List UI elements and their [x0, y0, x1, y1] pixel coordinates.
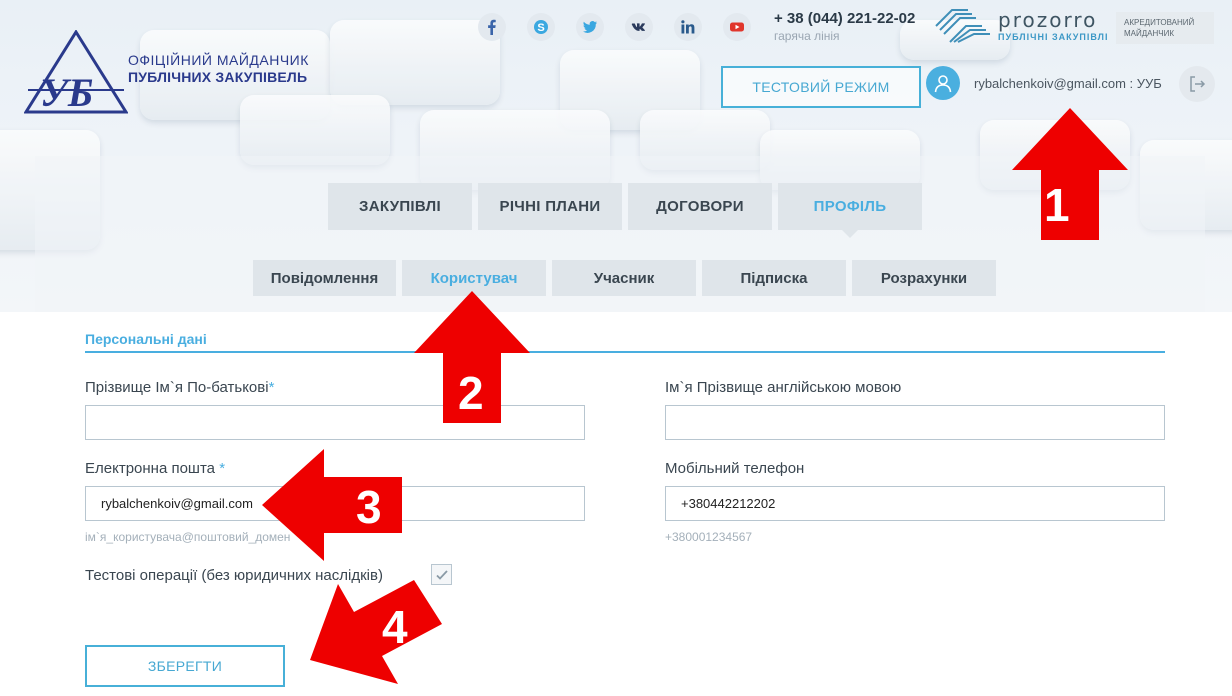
facebook-icon[interactable] [478, 13, 506, 41]
annotation-label-4: 4 [382, 601, 408, 653]
subtab-participant[interactable]: Учасник [552, 260, 696, 296]
youtube-icon[interactable] [723, 13, 751, 41]
subtab-payments[interactable]: Розрахунки [852, 260, 996, 296]
profile-sub-nav: Повідомлення Користувач Учасник Підписка… [253, 260, 996, 296]
test-mode-button[interactable]: ТЕСТОВИЙ РЕЖИМ [721, 66, 921, 108]
name-en-label: Ім`я Прізвище англійською мовою [665, 379, 902, 396]
phone-input[interactable] [665, 486, 1165, 521]
annotation-label-1: 1 [1044, 179, 1070, 231]
accredited-badge: АКРЕДИТОВАНИЙ МАЙДАНЧИК [1116, 12, 1214, 44]
svg-text:УБ: УБ [40, 70, 93, 114]
prozorro-subtitle: ПУБЛІЧНІ ЗАКУПІВЛІ [998, 32, 1109, 42]
full-name-label-text: Прізвище Ім`я По-батькові [85, 379, 269, 396]
tab-contracts[interactable]: ДОГОВОРИ [628, 183, 772, 230]
checkmark-icon [435, 569, 448, 580]
annotation-arrow-4 [310, 580, 442, 684]
required-marker: * [268, 379, 275, 396]
subtab-user[interactable]: Користувач [402, 260, 546, 296]
save-button[interactable]: ЗБЕРЕГТИ [85, 645, 285, 687]
tab-annual-plans[interactable]: РІЧНІ ПЛАНИ [478, 183, 622, 230]
phone-hint: +380001234567 [665, 530, 753, 544]
user-account[interactable]: rybalchenkoiv@gmail.com : УУБ [926, 66, 1176, 100]
vk-icon[interactable] [625, 13, 653, 41]
hotline-label: гаряча лінія [774, 29, 840, 43]
name-en-input[interactable] [665, 405, 1165, 440]
main-nav: ЗАКУПІВЛІ РІЧНІ ПЛАНИ ДОГОВОРИ ПРОФІЛЬ [328, 183, 922, 238]
annotation-label-2: 2 [458, 367, 484, 419]
subtab-notifications[interactable]: Повідомлення [253, 260, 396, 296]
test-ops-label: Тестові операції (без юридичних наслідкі… [85, 567, 383, 584]
user-email: rybalchenkoiv@gmail.com : УУБ [974, 75, 1162, 91]
brand-line-2: ПУБЛІЧНИХ ЗАКУПІВЕЛЬ [128, 69, 308, 85]
email-hint: ім`я_користувача@поштовий_домен [85, 530, 291, 544]
tab-procurements[interactable]: ЗАКУПІВЛІ [328, 183, 472, 230]
social-links: S [478, 13, 751, 41]
email-label-text: Електронна пошта [85, 460, 216, 477]
email-label: Електронна пошта * [85, 460, 225, 477]
hotline: + 38 (044) 221-22-02 гаряча лінія [774, 10, 915, 43]
skype-icon[interactable]: S [527, 13, 555, 41]
full-name-input[interactable] [85, 405, 585, 440]
tab-profile[interactable]: ПРОФІЛЬ [778, 183, 922, 238]
subtab-subscription[interactable]: Підписка [702, 260, 846, 296]
uub-logo[interactable]: УБ [23, 29, 129, 115]
twitter-icon[interactable] [576, 13, 604, 41]
test-ops-checkbox[interactable] [431, 564, 452, 585]
prozorro-emblem-icon [935, 9, 990, 43]
full-name-label: Прізвище Ім`я По-батькові* [85, 379, 274, 396]
logout-icon[interactable] [1179, 66, 1215, 102]
section-title: Персональні дані [85, 331, 1165, 353]
hotline-phone[interactable]: + 38 (044) 221-22-02 [774, 10, 915, 27]
svg-text:S: S [537, 22, 544, 34]
phone-label: Мобільний телефон [665, 460, 805, 477]
required-marker: * [219, 460, 226, 477]
brand-name: ОФІЦІЙНИЙ МАЙДАНЧИК ПУБЛІЧНИХ ЗАКУПІВЕЛЬ [128, 52, 309, 86]
linkedin-icon[interactable] [674, 13, 702, 41]
annotation-label-3: 3 [356, 481, 382, 533]
email-input[interactable] [85, 486, 585, 521]
prozorro-logo[interactable]: prozorro ПУБЛІЧНІ ЗАКУПІВЛІ [934, 8, 1109, 44]
user-icon [926, 66, 960, 100]
brand-line-1: ОФІЦІЙНИЙ МАЙДАНЧИК [128, 52, 309, 68]
prozorro-name: prozorro [998, 8, 1098, 32]
